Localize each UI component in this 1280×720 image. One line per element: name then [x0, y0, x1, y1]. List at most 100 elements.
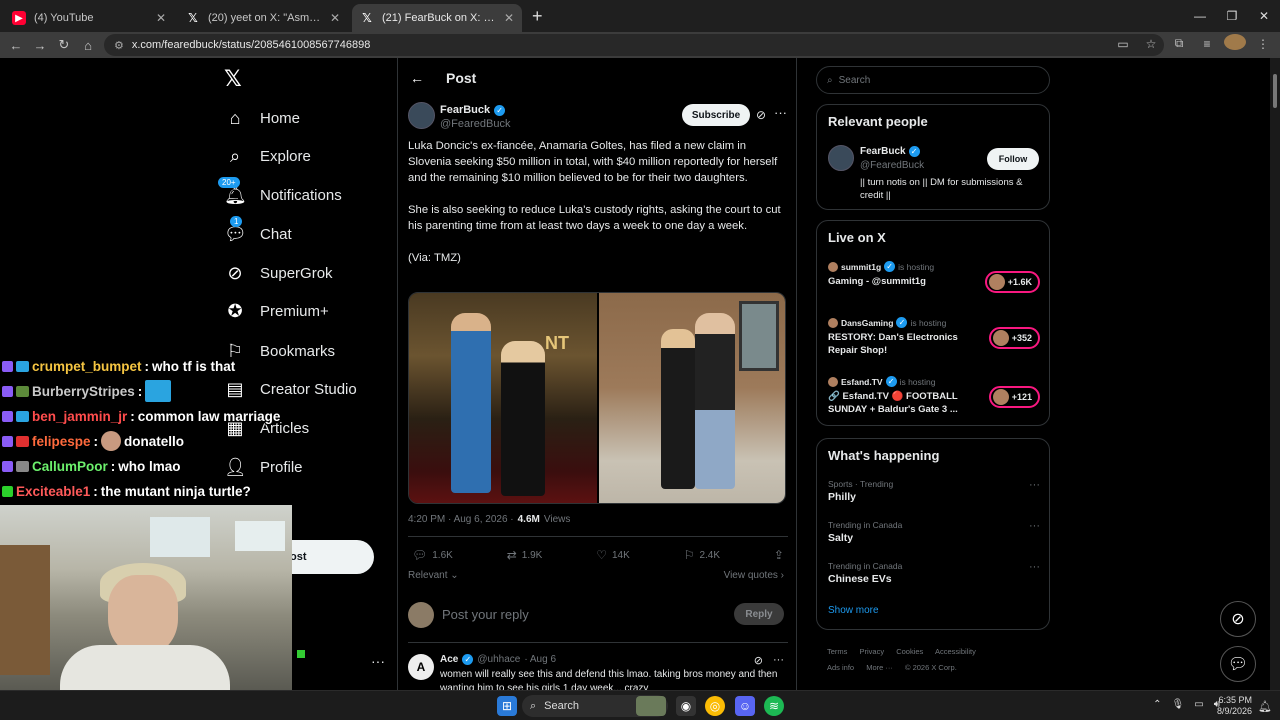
search-input[interactable]: ⌕ Search: [816, 66, 1050, 94]
view-quotes-link[interactable]: View quotes ›: [724, 570, 784, 581]
listener-count[interactable]: +121: [988, 386, 1040, 408]
badge-icon: [16, 435, 29, 447]
nav-profile[interactable]: 👤︎ Profile: [224, 452, 303, 482]
spotify-icon[interactable]: ≋: [764, 696, 784, 716]
taskbar-clock[interactable]: 6:35 PM 8/9/2026: [1217, 695, 1252, 717]
like-action[interactable]: ♡ 14K: [596, 548, 630, 562]
tab-youtube[interactable]: ▶ (4) YouTube ✕: [4, 4, 174, 32]
photo-red-carpet[interactable]: NT: [409, 293, 597, 503]
new-tab-button[interactable]: +: [532, 6, 543, 27]
more-icon[interactable]: ···: [1029, 479, 1040, 491]
more-icon[interactable]: ···: [773, 654, 784, 667]
star-icon[interactable]: ☆: [1140, 37, 1162, 51]
avatar[interactable]: [828, 145, 854, 171]
live-item[interactable]: summit1g ✓ is hosting Gaming - @summit1g +…: [828, 261, 1040, 305]
repost-action[interactable]: ⇄ 1.9K: [507, 548, 543, 562]
photo-couple[interactable]: [599, 293, 785, 503]
back-arrow-icon[interactable]: ←: [400, 70, 434, 86]
trend-item[interactable]: Trending in Canada Salty ···: [828, 520, 1040, 554]
extensions-icon[interactable]: ⧉: [1168, 36, 1190, 51]
streamer-webcam: [0, 505, 292, 690]
views-count: 4.6M: [517, 514, 540, 525]
nav-creator-studio[interactable]: ▤ Creator Studio: [224, 374, 356, 404]
avatar[interactable]: A: [408, 654, 434, 680]
avatar[interactable]: [408, 102, 435, 129]
media-icon[interactable]: ≡: [1196, 37, 1218, 51]
nav-bookmarks[interactable]: ⚐ Bookmarks: [224, 336, 335, 366]
forward-icon[interactable]: →: [28, 38, 52, 53]
footer-accessibility[interactable]: Accessibility: [935, 647, 976, 656]
card-title: What's happening: [828, 448, 940, 463]
messages-fab-icon[interactable]: 💬︎: [1220, 646, 1256, 682]
more-icon[interactable]: ···: [774, 105, 787, 120]
discord-icon[interactable]: ☺: [735, 696, 755, 716]
post-media[interactable]: NT: [408, 292, 786, 504]
microphone-icon[interactable]: 🎙︎: [1172, 699, 1185, 710]
account-more-icon[interactable]: ···: [371, 653, 385, 669]
chevron-up-icon[interactable]: ⌃: [1153, 699, 1161, 710]
home-browser-icon[interactable]: ⌂: [76, 38, 100, 53]
more-icon[interactable]: ···: [1029, 561, 1040, 573]
live-item[interactable]: Esfand.TV ✓ is hosting 🔗 Esfand.TV 🔴 FOOTB…: [828, 376, 1040, 420]
close-window-icon[interactable]: ✕: [1248, 9, 1280, 23]
close-icon[interactable]: ✕: [330, 11, 340, 25]
x-logo-icon[interactable]: 𝕏: [224, 66, 242, 92]
listener-count[interactable]: +352: [988, 327, 1040, 349]
subscribe-button[interactable]: Subscribe: [682, 104, 750, 126]
reply-action[interactable]: 💬︎ 1.6K: [412, 548, 453, 562]
nav-chat[interactable]: 💬︎ 1 Chat: [224, 215, 292, 249]
follow-button[interactable]: Follow: [987, 148, 1039, 170]
site-info-icon[interactable]: ⚙: [114, 39, 124, 52]
page-scrollbar[interactable]: [1270, 58, 1280, 690]
show-more-link[interactable]: Show more: [828, 605, 879, 616]
back-icon[interactable]: ←: [4, 38, 28, 53]
footer-cookies[interactable]: Cookies: [896, 647, 923, 656]
share-action[interactable]: ⇪: [774, 548, 784, 562]
reply-author[interactable]: Ace: [440, 654, 458, 665]
footer-privacy[interactable]: Privacy: [860, 647, 885, 656]
grok-icon[interactable]: ⊘: [754, 654, 763, 667]
address-bar[interactable]: ⚙ x.com/fearedbuck/status/20854610085677…: [104, 34, 1164, 56]
nav-premium[interactable]: ✪ Premium+: [224, 296, 328, 326]
trend-item[interactable]: Trending in Canada Chinese EVs ···: [828, 561, 1040, 595]
nav-home[interactable]: ⌂ Home: [224, 103, 300, 133]
nav-notifications[interactable]: 🔔︎ 20+ Notifications: [218, 176, 342, 210]
chrome-icon[interactable]: ◎: [705, 696, 725, 716]
obs-icon[interactable]: ◉: [676, 696, 696, 716]
widgets-icon[interactable]: [636, 696, 666, 716]
tab-yeet[interactable]: 𝕏 (20) yeet on X: "Asmongold ap ✕: [178, 4, 348, 32]
profile-avatar-icon[interactable]: [1224, 34, 1246, 53]
author-handle[interactable]: @FearedBuck: [440, 118, 510, 130]
reply-input[interactable]: Post your reply: [442, 607, 529, 622]
notification-bell-icon[interactable]: 🔔︎: [1258, 700, 1272, 713]
close-icon[interactable]: ✕: [156, 11, 166, 25]
nav-explore[interactable]: ⌕ Explore: [224, 141, 311, 171]
nav-supergrok[interactable]: ⊘ SuperGrok: [224, 258, 332, 288]
person-name[interactable]: FearBuck ✓: [860, 146, 920, 157]
footer-terms[interactable]: Terms: [827, 647, 847, 656]
minimize-icon[interactable]: —: [1184, 9, 1216, 23]
post-author: FearBuck ✓ @FearedBuck Subscribe ⊘ ···: [408, 102, 788, 132]
live-item[interactable]: DansGaming ✓ is hosting RESTORY: Dan's Ele…: [828, 317, 1040, 361]
windows-start-icon[interactable]: ⊞: [497, 696, 517, 716]
footer-more[interactable]: More ···: [866, 663, 893, 672]
sort-relevant-dropdown[interactable]: Relevant ⌄: [408, 570, 459, 581]
tab-fearbuck[interactable]: 𝕏 (21) FearBuck on X: "Luka Donc ✕: [352, 4, 522, 32]
grok-fab-icon[interactable]: ⊘: [1220, 601, 1256, 637]
network-icon[interactable]: ▭: [1194, 699, 1203, 710]
close-icon[interactable]: ✕: [504, 11, 514, 25]
trend-item[interactable]: Sports · Trending Philly ···: [828, 479, 1040, 513]
grok-icon[interactable]: ⊘: [756, 108, 766, 122]
more-icon[interactable]: ···: [1029, 520, 1040, 532]
author-name[interactable]: FearBuck ✓: [440, 104, 506, 116]
avatar: [828, 261, 838, 272]
menu-icon[interactable]: ⋮: [1252, 37, 1274, 51]
post-timestamp[interactable]: 4:20 PM · Aug 6, 2026 ·: [408, 514, 514, 525]
cast-icon[interactable]: ▭: [1112, 37, 1134, 51]
reload-icon[interactable]: ↻: [52, 37, 76, 53]
listener-count[interactable]: +1.6K: [984, 271, 1040, 293]
restore-icon[interactable]: ❐: [1216, 9, 1248, 23]
footer-ads-info[interactable]: Ads info: [827, 663, 854, 672]
bookmark-action[interactable]: ⚐ 2.4K: [684, 548, 720, 562]
reply-button[interactable]: Reply: [734, 603, 784, 625]
